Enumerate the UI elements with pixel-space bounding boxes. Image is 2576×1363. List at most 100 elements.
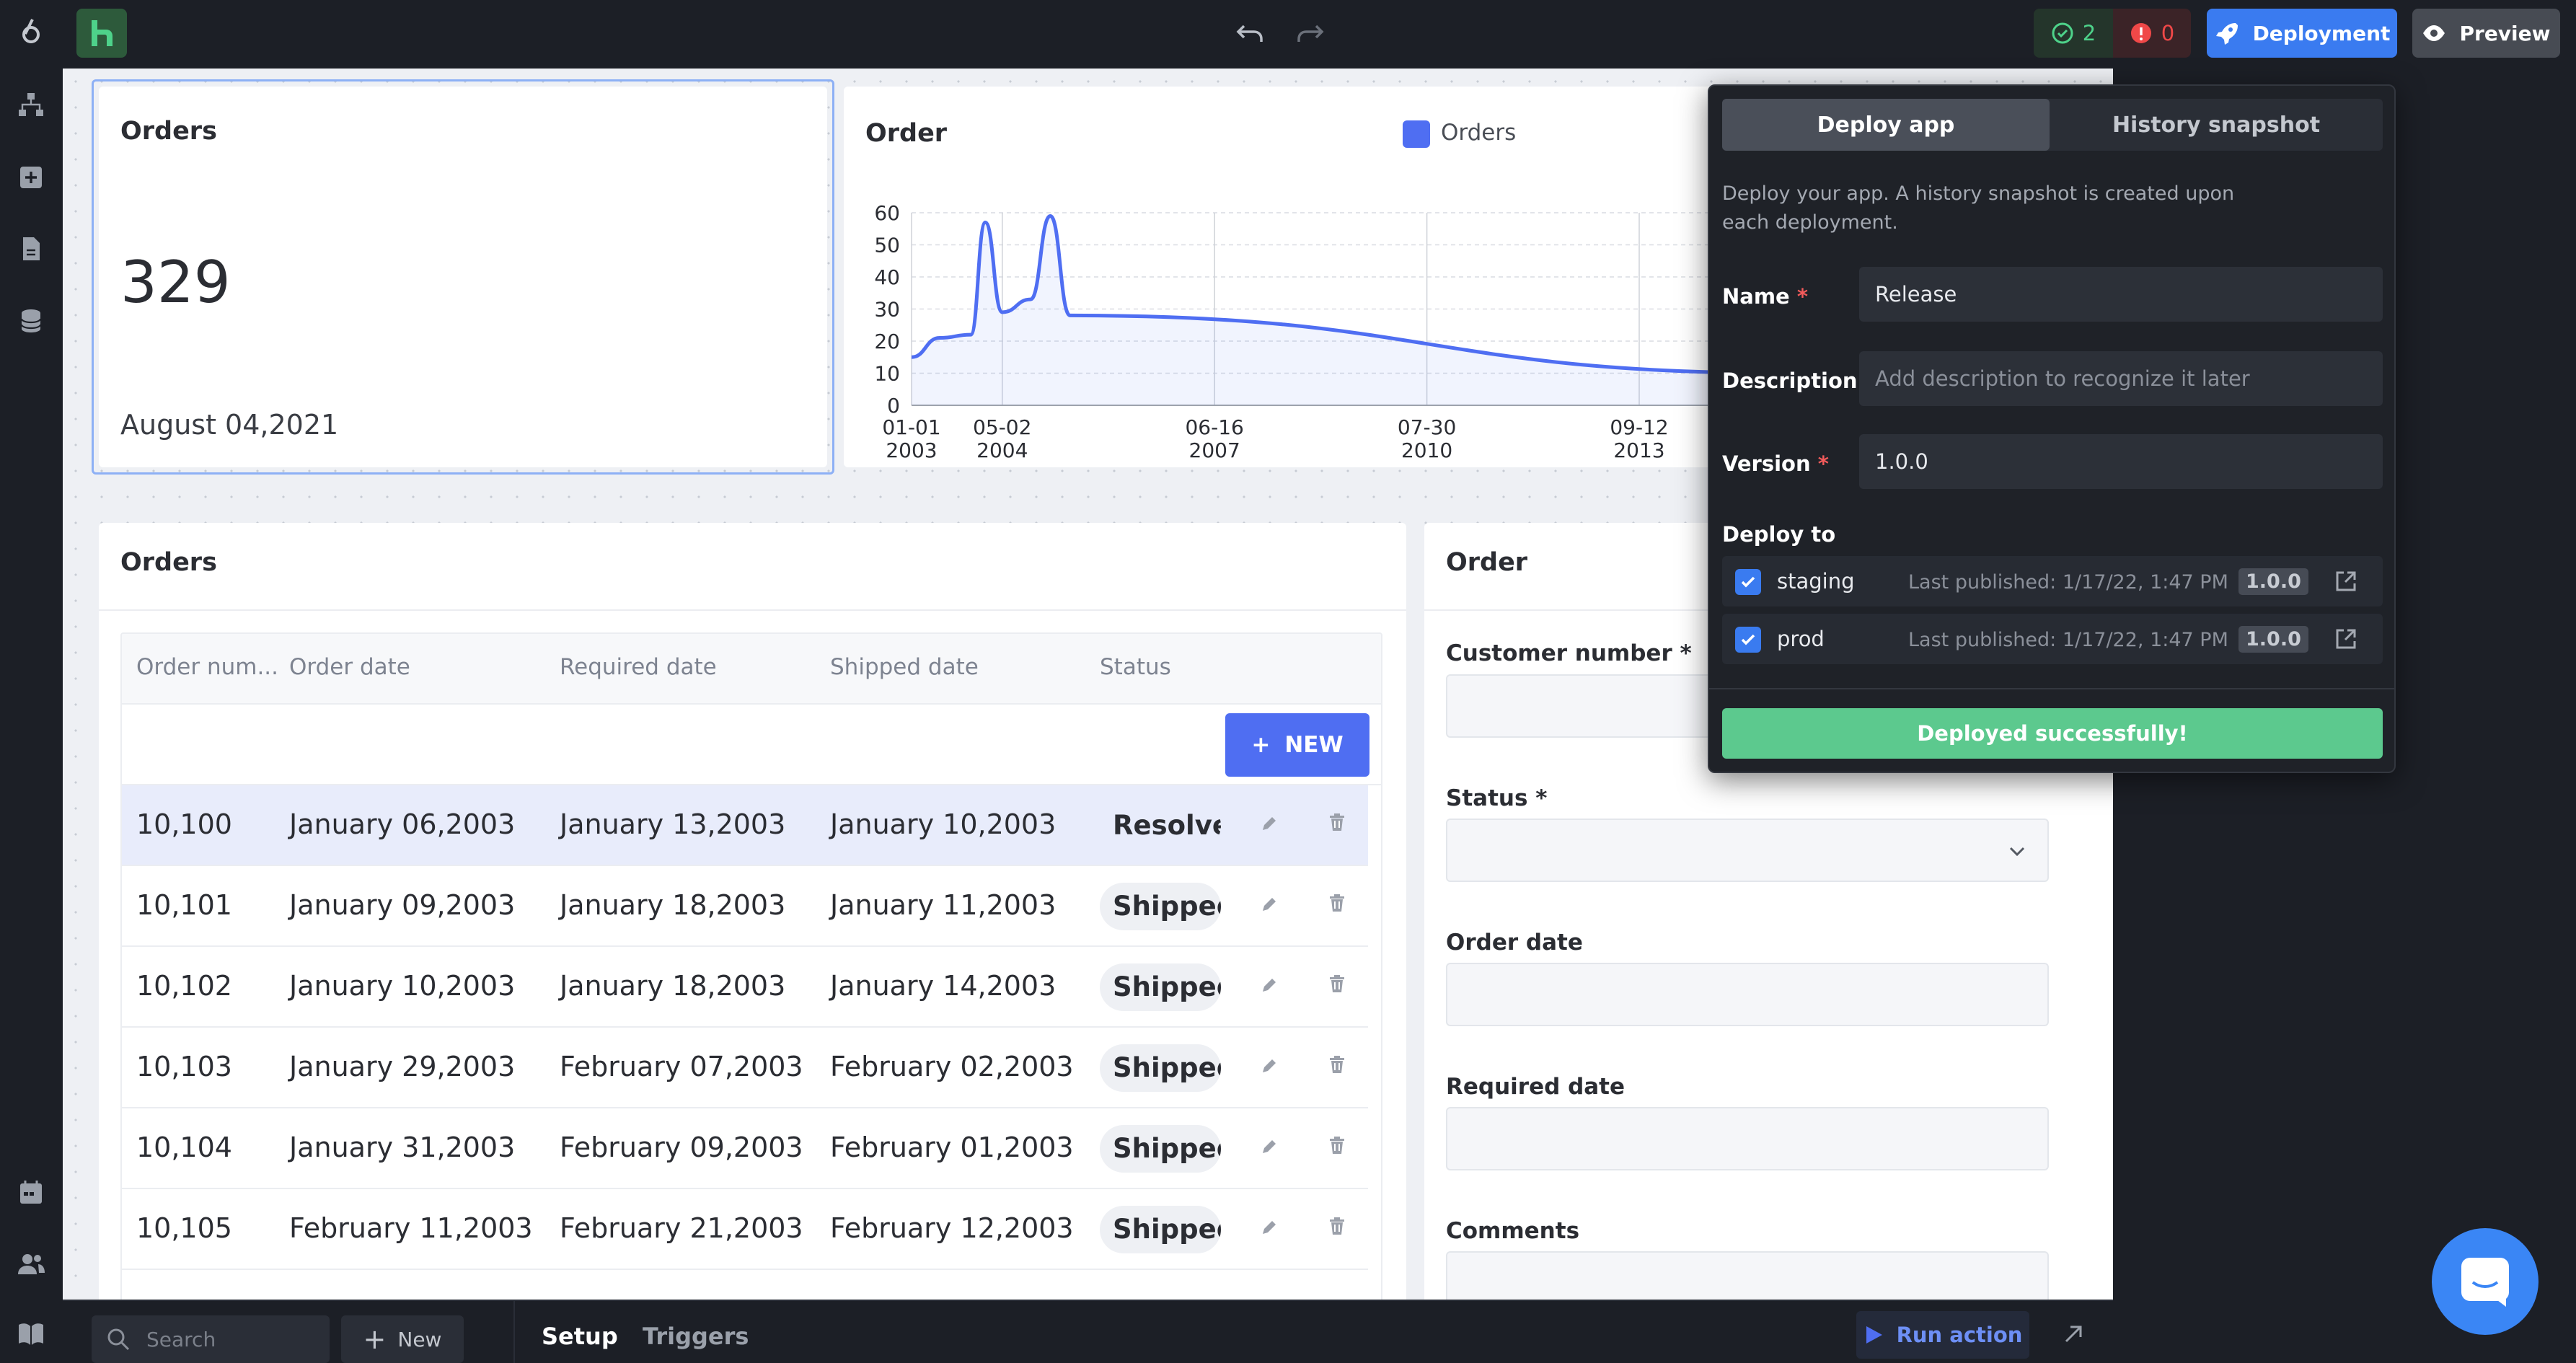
trash-icon[interactable] (1326, 1134, 1348, 1156)
status-error-count: 0 (2161, 21, 2175, 45)
external-link-icon[interactable] (2334, 569, 2358, 594)
new-action-label: New (397, 1327, 442, 1351)
y-tick-label: 30 (874, 298, 900, 322)
checkbox-checked-icon[interactable] (1735, 627, 1761, 653)
trash-icon[interactable] (1326, 973, 1348, 994)
search-input[interactable]: Search (92, 1315, 330, 1363)
chart-card: Order Orders 0 10 20 30 40 50 60 01-01 2003 05-02… (844, 87, 1716, 467)
table-row[interactable]: 10,101 January 09,2003 January 18,2003 Janu… (122, 866, 1368, 947)
database-icon[interactable] (13, 303, 49, 339)
y-tick-label: 20 (874, 330, 900, 353)
trash-icon[interactable] (1326, 1054, 1348, 1075)
preview-label: Preview (2459, 21, 2551, 45)
new-record-label: NEW (1284, 732, 1344, 758)
name-input[interactable]: Release (1859, 267, 2383, 322)
orders-table: Order num... Order date Required date Sh… (120, 632, 1382, 1300)
preview-button[interactable]: Preview (2412, 9, 2560, 58)
table-title: Orders (120, 548, 217, 577)
env-row-staging[interactable]: staging Last published: 1/17/22, 1:47 PM… (1722, 556, 2383, 606)
tab-triggers[interactable]: Triggers (643, 1323, 749, 1350)
app-icon[interactable] (76, 9, 127, 58)
order-date-input[interactable] (1446, 963, 2049, 1026)
col-order-number[interactable]: Order num... (136, 654, 278, 680)
table-cell-order: February 11,2003 (289, 1212, 533, 1244)
trash-icon[interactable] (1326, 1215, 1348, 1237)
trash-icon[interactable] (1326, 811, 1348, 833)
expand-icon[interactable] (2062, 1323, 2085, 1346)
left-rail (0, 0, 63, 1363)
env-published: Last published: 1/17/22, 1:47 PM (1908, 571, 2228, 594)
status-ok-chip[interactable]: 2 (2034, 9, 2113, 58)
table-cell-shipped: January 14,2003 (830, 970, 1057, 1002)
deployed-success-button[interactable]: Deployed successfully! (1722, 708, 2383, 759)
env-published: Last published: 1/17/22, 1:47 PM (1908, 629, 2228, 651)
checkbox-checked-icon[interactable] (1735, 569, 1761, 595)
table-cell-order: January 10,2003 (289, 970, 516, 1002)
comments-input[interactable] (1446, 1251, 2049, 1300)
env-row-prod[interactable]: prod Last published: 1/17/22, 1:47 PM 1.… (1722, 614, 2383, 664)
eye-icon (2423, 25, 2445, 41)
table-row[interactable]: 10,105 February 11,2003 February 21,2003 Fe… (122, 1189, 1368, 1270)
col-status[interactable]: Status (1100, 654, 1171, 680)
customer-number-label: Customer number * (1446, 640, 1692, 666)
error-icon (2130, 23, 2151, 43)
tab-history-snapshot[interactable]: History snapshot (2050, 99, 2383, 151)
external-link-icon[interactable] (2334, 627, 2358, 651)
x-tick-label: 06-16 (1185, 415, 1243, 439)
status-select[interactable] (1446, 819, 2049, 882)
form-title: Order (1446, 548, 1528, 577)
tab-setup[interactable]: Setup (542, 1323, 618, 1350)
x-tick-label: 2003 (886, 438, 937, 462)
table-row[interactable]: 10,103 January 29,2003 February 07,2003 Feb… (122, 1028, 1368, 1108)
users-icon[interactable] (13, 1246, 49, 1282)
redo-icon[interactable] (1293, 17, 1326, 50)
docs-book-icon[interactable] (13, 1315, 49, 1351)
stat-card[interactable]: Orders 329 August 04,2021 (99, 87, 827, 467)
calendar-icon[interactable] (13, 1174, 49, 1210)
status-error-chip[interactable]: 0 (2113, 9, 2191, 58)
edit-pencil-icon[interactable] (1258, 1217, 1280, 1238)
edit-pencil-icon[interactable] (1258, 1136, 1280, 1157)
run-action-button[interactable]: Run action (1856, 1311, 2029, 1359)
status-badge: Resolve (1113, 810, 1221, 841)
trash-icon[interactable] (1326, 892, 1348, 914)
tab-deploy-app[interactable]: Deploy app (1722, 99, 2050, 151)
divider (1709, 688, 2394, 689)
edit-pencil-icon[interactable] (1258, 813, 1280, 834)
col-required-date[interactable]: Required date (560, 654, 717, 680)
edit-pencil-icon[interactable] (1258, 974, 1280, 996)
edit-pencil-icon[interactable] (1258, 894, 1280, 915)
version-input[interactable]: 1.0.0 (1859, 434, 2383, 489)
x-tick-label: 01-01 (882, 415, 940, 439)
x-tick-label: 05-02 (973, 415, 1031, 439)
version-label: Version * (1722, 451, 1829, 476)
name-label: Name * (1722, 284, 1809, 309)
chat-launcher-button[interactable] (2432, 1228, 2538, 1335)
description-input[interactable]: Add description to recognize it later (1859, 351, 2383, 406)
table-cell-required: January 18,2003 (560, 970, 786, 1002)
x-tick-label: 2010 (1401, 438, 1452, 462)
table-row[interactable]: 10,100 January 06,2003 January 13,2003 Janu… (122, 785, 1368, 866)
required-date-input[interactable] (1446, 1107, 2049, 1170)
hierarchy-icon[interactable] (13, 87, 49, 123)
popover-tabs: Deploy app History snapshot (1722, 99, 2383, 151)
pages-icon[interactable] (13, 231, 49, 267)
deployment-button[interactable]: Deployment (2207, 9, 2397, 58)
table-row[interactable]: 10,104 January 31,2003 February 09,2003 Feb… (122, 1108, 1368, 1189)
search-icon (107, 1328, 130, 1351)
app-logo-icon[interactable] (13, 13, 49, 49)
table-cell-num: 10,102 (136, 970, 232, 1002)
edit-pencil-icon[interactable] (1258, 1055, 1280, 1077)
new-action-button[interactable]: + New (341, 1315, 464, 1363)
env-version-badge: 1.0.0 (2238, 568, 2308, 595)
col-order-date[interactable]: Order date (289, 654, 410, 680)
chevron-down-icon (2009, 847, 2025, 857)
divider (513, 1301, 515, 1363)
add-component-icon[interactable] (13, 159, 49, 195)
table-row[interactable]: 10,102 January 10,2003 January 18,2003 Janu… (122, 947, 1368, 1028)
new-record-button[interactable]: + NEW (1225, 713, 1369, 777)
stat-card-title: Orders (120, 117, 217, 146)
col-shipped-date[interactable]: Shipped date (830, 654, 979, 680)
undo-icon[interactable] (1234, 17, 1267, 50)
table-header: Order num... Order date Required date Sh… (122, 634, 1381, 705)
